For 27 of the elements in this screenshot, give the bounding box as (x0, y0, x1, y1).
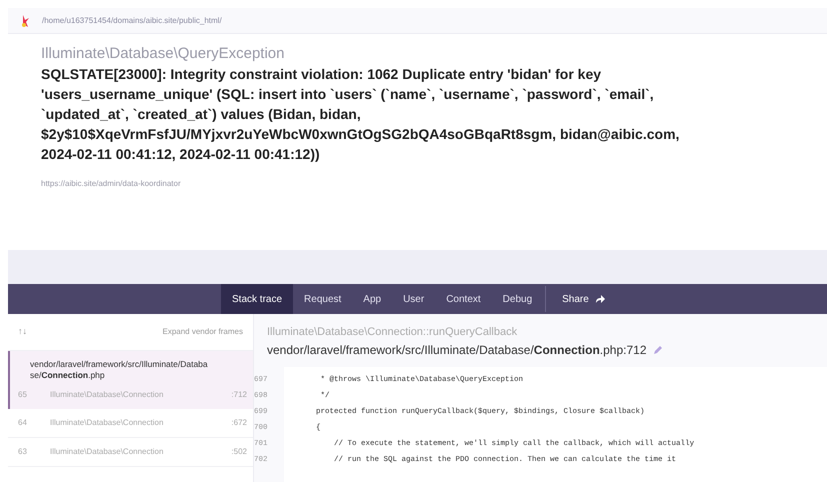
path-text: /home/u163751454/domains/aibic.site/public_html/ (42, 14, 222, 26)
frame-class: Illuminate\Database\Connection (50, 446, 164, 458)
share-arrow-icon (594, 294, 605, 304)
share-button[interactable]: Share (548, 284, 619, 314)
file-path: vendor/laravel/framework/src/Illuminate/Database/Connection.php:712 (267, 342, 646, 358)
request-url: https://aibic.site/admin/data-koordinator (41, 178, 182, 190)
tab[interactable]: Stack trace (221, 284, 294, 314)
logo-icon (21, 14, 30, 26)
tab[interactable]: User (392, 284, 436, 314)
frame-class: Illuminate\Database\Connection (50, 417, 164, 429)
pencil-icon[interactable] (652, 344, 662, 354)
frame-number: 63 (18, 446, 28, 458)
frame-number: 65 (18, 389, 28, 401)
method-name: Illuminate\Database\Connection::runQueryCallback (267, 325, 518, 340)
frame-line: :672 (231, 417, 247, 429)
frame-line: :502 (231, 446, 247, 458)
exception-message: SQLSTATE[23000]: Integrity constraint violation: 1062 Duplicate entry 'bidan' for key 'users_username_unique' (SQL: insert into `users` (`name`, `username`, `password`, `email`, `updated_at`, `created_at`) values (Bidan, bidan, $2y$10$XqeVrmFsfJU/MYjxvr2uYeWbcW0xwnGtOgSG2bQA4soGBqaRt8sgm, bidan@aibic.com, 2024-02-11 00:41:12, 2024-02-11 00:41:12)) (41, 65, 680, 164)
tab[interactable]: Request (293, 284, 352, 314)
tab[interactable]: Debug (492, 284, 544, 314)
tab[interactable]: Context (435, 284, 492, 314)
frame-number: 64 (18, 417, 28, 429)
exception-class: Illuminate\Database\QueryException (41, 44, 286, 64)
stack-frame[interactable]: vendor/laravel/framework/src/Illuminate/Database/Connection.php 65 Illuminate\Database\Connection :712 (8, 351, 253, 409)
frame-line: :712 (231, 389, 247, 401)
frame-file: vendor/laravel/framework/src/Illuminate/Database/Connection.php (29, 359, 208, 381)
frame-class: Illuminate\Database\Connection (50, 389, 164, 401)
tab[interactable]: App (352, 284, 392, 314)
